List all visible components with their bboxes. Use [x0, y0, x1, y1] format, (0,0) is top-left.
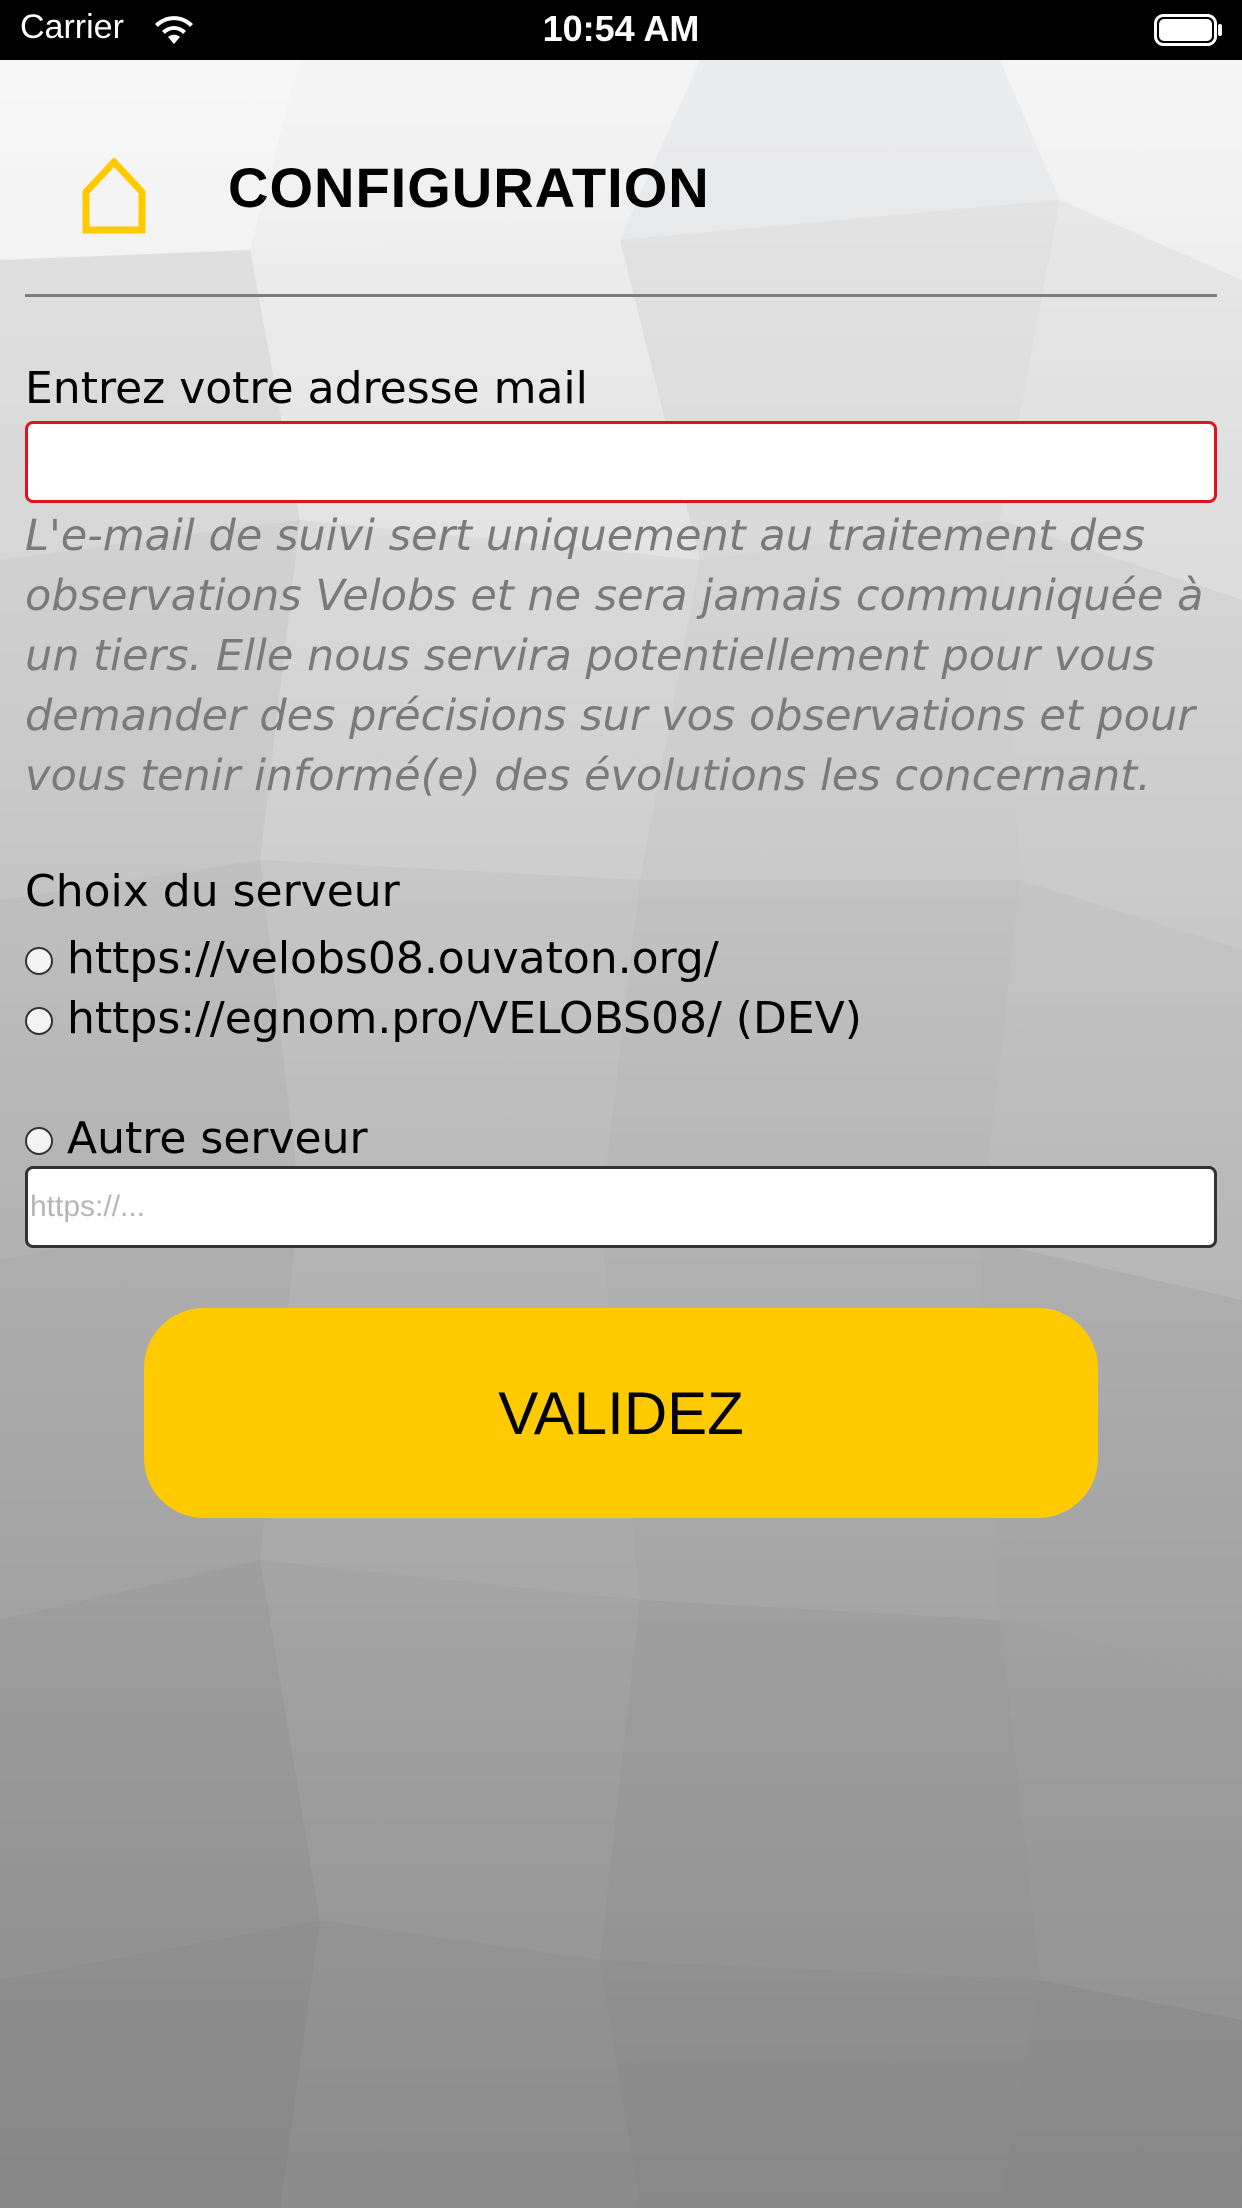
other-server-input[interactable] [25, 1166, 1217, 1248]
header-divider [25, 294, 1217, 297]
email-label: Entrez votre adresse mail [25, 363, 588, 414]
server-option-label: Autre serveur [67, 1112, 368, 1164]
configuration-screen: CONFIGURATION Entrez votre adresse mail … [0, 60, 1242, 2208]
server-option-label: https://egnom.pro/VELOBS08/ (DEV) [67, 992, 862, 1044]
email-help-text: L'e-mail de suivi sert uniquement au tra… [25, 511, 1204, 801]
radio-button[interactable] [25, 1007, 53, 1035]
email-input[interactable] [25, 421, 1217, 503]
home-icon[interactable] [82, 158, 146, 234]
status-bar: Carrier 10:54 AM [0, 0, 1242, 60]
battery-icon [1154, 14, 1222, 46]
radio-button[interactable] [25, 1127, 53, 1155]
validate-button[interactable]: VALIDEZ [144, 1308, 1098, 1518]
server-option-velobs[interactable]: https://velobs08.ouvaton.org/ [25, 928, 719, 988]
status-time: 10:54 AM [542, 8, 700, 49]
server-choice-label: Choix du serveur [25, 866, 400, 917]
radio-button[interactable] [25, 947, 53, 975]
server-option-other[interactable]: Autre serveur [25, 1108, 368, 1168]
server-option-dev[interactable]: https://egnom.pro/VELOBS08/ (DEV) [25, 988, 862, 1048]
page-title: CONFIGURATION [228, 156, 710, 219]
server-option-label: https://velobs08.ouvaton.org/ [67, 932, 719, 984]
